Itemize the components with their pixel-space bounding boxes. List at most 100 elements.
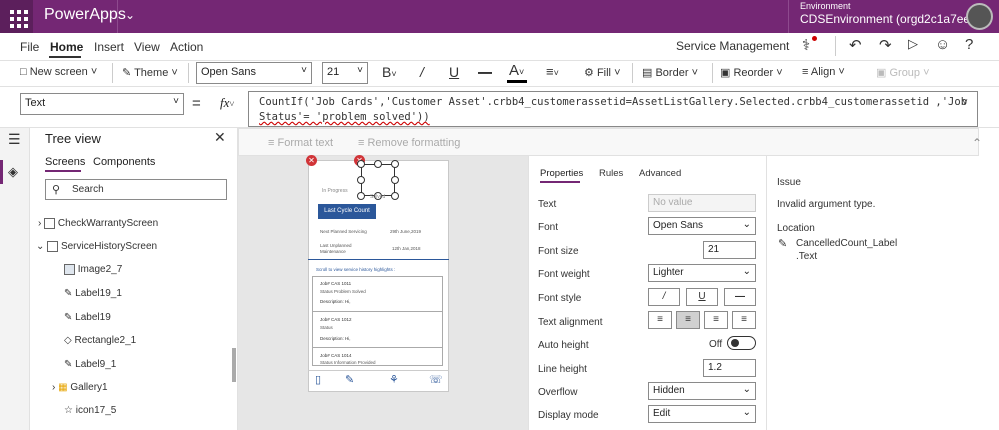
menu-home[interactable]: Home — [50, 40, 83, 54]
font-size-dropdown[interactable]: 21 ˅ — [322, 62, 368, 84]
font-weight-dropdown[interactable]: Lighter ⌄ — [648, 264, 756, 282]
fill-button[interactable]: ⚙ Fill ˅ — [584, 66, 621, 79]
help-icon[interactable]: ? — [965, 36, 973, 53]
location-property[interactable]: .Text — [796, 251, 817, 262]
tree-item-label: Gallery1 — [70, 382, 108, 393]
text-value-field[interactable]: No value — [648, 194, 756, 212]
avatar[interactable] — [966, 3, 993, 30]
formula-input[interactable]: CountIf('Job Cards','Customer Asset'.crb… — [248, 91, 978, 127]
resize-handle[interactable] — [391, 160, 399, 168]
fx-label: fx — [220, 95, 230, 110]
expand-formula-icon[interactable]: ˅ — [962, 97, 968, 108]
menu-view[interactable]: View — [134, 40, 160, 54]
layers-icon[interactable]: ◈ — [8, 164, 18, 180]
tree-item-label9-1[interactable]: ✎ Label9_1 — [64, 359, 116, 370]
app-checker-icon[interactable]: ⚕ — [802, 36, 817, 54]
tab-properties[interactable]: Properties — [540, 168, 583, 179]
hamburger-icon[interactable]: ☰ — [8, 131, 21, 148]
tab-components[interactable]: Components — [93, 156, 155, 168]
remove-formatting-button[interactable]: ≡ Remove formatting — [358, 137, 460, 149]
group-button[interactable]: ▣ Group ˅ — [876, 66, 930, 79]
nav-phone-icon[interactable]: ☏ — [429, 373, 443, 386]
border-button[interactable]: ▤ Border ˅ — [642, 66, 698, 79]
prop-label-overflow: Overflow — [538, 387, 578, 398]
display-mode-dropdown[interactable]: Edit ⌄ — [648, 405, 756, 423]
close-icon[interactable]: ✕ — [214, 129, 226, 146]
last-cycle-count-button[interactable]: Last Cycle Count — [318, 204, 376, 219]
divider — [112, 63, 113, 83]
border-icon: ▤ — [642, 67, 653, 79]
error-icon[interactable]: ✕ — [306, 155, 317, 166]
tree-item-servicehistoryscreen[interactable]: ⌄ ServiceHistoryScreen — [36, 241, 157, 252]
collapse-icon[interactable]: ⌃ — [972, 136, 982, 150]
format-icon: ≡ — [268, 137, 275, 149]
align-justify-button[interactable]: ≡ — [732, 311, 756, 329]
italic-button[interactable]: / — [420, 64, 424, 80]
underline-toggle[interactable]: U — [686, 288, 718, 306]
environment-name[interactable]: CDSEnvironment (orgd2c1a7ee) — [800, 12, 974, 26]
resize-handle[interactable] — [391, 176, 399, 184]
line-height-field[interactable]: 1.2 — [703, 359, 756, 377]
reorder-button[interactable]: ▣ Reorder ˅ — [720, 66, 783, 79]
strikethrough-button[interactable]: — — [478, 64, 492, 80]
menu-insert[interactable]: Insert — [94, 40, 124, 54]
prop-label-text: Text — [538, 199, 557, 210]
bold-button[interactable]: B˅ — [382, 64, 397, 80]
divider — [712, 63, 713, 83]
share-person-icon[interactable]: ☺ — [935, 36, 950, 53]
job-description: Description: Hi, — [320, 299, 351, 304]
tree-item-label19-1[interactable]: ✎ Label19_1 — [64, 288, 122, 299]
tab-advanced[interactable]: Advanced — [639, 168, 681, 179]
auto-height-toggle[interactable] — [727, 336, 756, 350]
font-dropdown[interactable]: Open Sans ˅ — [196, 62, 312, 84]
resize-handle[interactable] — [374, 160, 382, 168]
scrollbar[interactable] — [232, 348, 236, 382]
resize-handle[interactable] — [357, 176, 365, 184]
play-icon[interactable]: ▷ — [908, 36, 918, 52]
resize-handle[interactable] — [357, 192, 365, 200]
new-screen-button[interactable]: □ New screen ˅ — [20, 66, 97, 78]
tree-item-image2-7[interactable]: Image2_7 — [64, 264, 122, 275]
menu-action[interactable]: Action — [170, 40, 203, 54]
nav-asset-icon[interactable]: ▯ — [315, 373, 321, 386]
tree-item-rectangle2-1[interactable]: ◇ Rectangle2_1 — [64, 335, 136, 346]
chevron-down-icon[interactable]: ⌄ — [125, 8, 135, 22]
fx-button[interactable]: fx˅ — [216, 92, 246, 116]
nav-utensils-icon[interactable]: ⚘ — [389, 373, 399, 386]
strikethrough-toggle[interactable]: — — [724, 288, 756, 306]
property-dropdown[interactable]: Text ˅ — [20, 93, 184, 115]
font-dropdown[interactable]: Open Sans ⌄ — [648, 217, 756, 235]
align-left-button[interactable]: ≡ — [648, 311, 672, 329]
undo-icon[interactable]: ↶ — [849, 36, 862, 54]
align-right-button[interactable]: ≡ — [704, 311, 728, 329]
app-launcher-icon[interactable] — [0, 0, 33, 33]
align-center-button[interactable]: ≡ — [676, 311, 700, 329]
font-size-field[interactable]: 21 — [703, 241, 756, 259]
overflow-dropdown[interactable]: Hidden ⌄ — [648, 382, 756, 400]
tree-item-checkwarrantyscreen[interactable]: › CheckWarrantyScreen — [38, 218, 158, 229]
prop-label-display-mode: Display mode — [538, 410, 599, 421]
align-button[interactable]: ≡ Align ˅ — [802, 66, 845, 78]
tree-item-label: icon17_5 — [75, 405, 117, 416]
last-unplanned-value: 12th Jan,2018 — [392, 246, 421, 251]
resize-handle[interactable] — [357, 160, 365, 168]
resize-handle[interactable] — [391, 192, 399, 200]
tree-item-gallery1[interactable]: › ▦ Gallery1 — [52, 382, 108, 393]
align-text-button[interactable]: ≡˅ — [546, 64, 559, 79]
active-tab-indicator — [49, 56, 81, 58]
tree-item-icon17-5[interactable]: ☆ icon17_5 — [64, 405, 116, 416]
tab-rules[interactable]: Rules — [599, 168, 623, 179]
nav-tool-icon[interactable]: ✎ — [345, 373, 354, 386]
redo-icon[interactable]: ↷ — [879, 36, 892, 54]
search-input[interactable]: ⚲ Search — [45, 179, 227, 200]
location-control[interactable]: CancelledCount_Label — [796, 238, 897, 249]
italic-toggle[interactable]: / — [648, 288, 680, 306]
theme-button[interactable]: ✎ Theme ˅ — [122, 66, 178, 79]
menu-file[interactable]: File — [20, 40, 39, 54]
underline-button[interactable]: U — [449, 64, 459, 80]
font-color-button[interactable]: A˅ — [509, 62, 524, 79]
format-text-button[interactable]: ≡ Format text — [268, 137, 333, 149]
tree-item-label: Image2_7 — [77, 264, 123, 276]
tab-screens[interactable]: Screens — [45, 156, 85, 168]
tree-item-label19[interactable]: ✎ Label19 — [64, 312, 111, 323]
